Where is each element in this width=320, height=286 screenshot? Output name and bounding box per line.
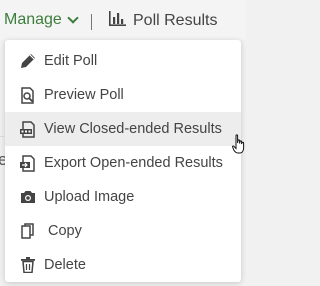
- toolbar: Manage Poll Results: [0, 0, 246, 40]
- menu-item-delete[interactable]: Delete: [5, 248, 241, 282]
- poll-results-label: Poll Results: [133, 12, 218, 29]
- background-divider: [0, 136, 4, 137]
- manage-label: Manage: [4, 11, 62, 28]
- menu-item-label: Delete: [44, 257, 86, 273]
- export-icon: [19, 154, 37, 172]
- manage-dropdown-menu: Edit Poll Preview Poll View Closed-ended…: [5, 40, 241, 282]
- hand-pointer-cursor-icon: [232, 134, 246, 156]
- bar-chart-icon: [109, 11, 126, 31]
- toolbar-divider: [91, 14, 92, 30]
- menu-item-edit-poll[interactable]: Edit Poll: [5, 44, 241, 78]
- menu-item-label: Upload Image: [44, 189, 135, 205]
- poll-results-link[interactable]: Poll Results: [109, 11, 217, 31]
- edit-icon: [19, 52, 37, 70]
- trash-icon: [19, 256, 37, 274]
- menu-item-preview-poll[interactable]: Preview Poll: [5, 78, 241, 112]
- menu-item-label: Copy: [48, 223, 82, 239]
- manage-dropdown-button[interactable]: Manage: [4, 11, 79, 29]
- menu-item-copy[interactable]: Copy: [5, 214, 241, 248]
- chevron-down-icon: [67, 12, 79, 24]
- copy-icon: [19, 222, 37, 240]
- menu-item-label: Export Open-ended Results: [44, 155, 223, 171]
- menu-item-label: Preview Poll: [44, 87, 124, 103]
- menu-item-upload-image[interactable]: Upload Image: [5, 180, 241, 214]
- menu-item-label: View Closed-ended Results: [44, 121, 222, 137]
- preview-icon: [19, 86, 37, 104]
- camera-icon: [19, 188, 37, 206]
- menu-item-export-open-ended-results[interactable]: Export Open-ended Results: [5, 146, 241, 180]
- menu-item-view-closed-ended-results[interactable]: View Closed-ended Results: [5, 112, 241, 146]
- pdf-results-icon: [19, 120, 37, 138]
- menu-item-label: Edit Poll: [44, 53, 98, 69]
